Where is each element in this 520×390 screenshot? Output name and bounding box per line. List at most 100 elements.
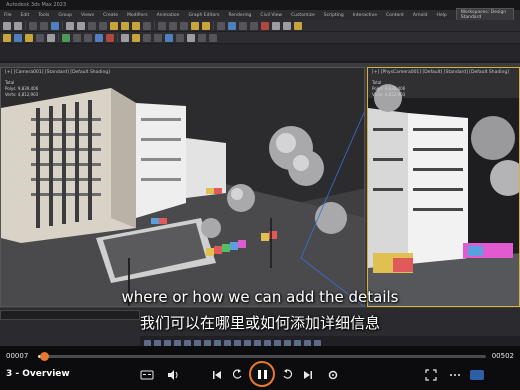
plane-icon[interactable] (36, 33, 44, 42)
railclone-icon[interactable] (143, 33, 151, 42)
window-crossing-icon[interactable] (99, 21, 107, 30)
scene-render (1, 68, 364, 306)
menu-edit[interactable]: Edit (21, 13, 30, 18)
select-by-name-icon[interactable] (77, 21, 85, 30)
space-warp-icon[interactable] (95, 33, 103, 42)
viewport-label[interactable]: [+] [Camera001] [Standard] [Default Shad… (5, 70, 110, 75)
rotate-icon[interactable] (121, 21, 129, 30)
menu-tools[interactable]: Tools (38, 13, 49, 18)
material-editor-icon[interactable] (261, 21, 269, 30)
curve-editor-icon[interactable] (239, 21, 247, 30)
menu-create[interactable]: Create (103, 13, 118, 18)
menu-scripting[interactable]: Scripting (324, 13, 344, 18)
snap-icon[interactable] (158, 21, 166, 30)
subtitle-english: where or how we can add the details (121, 288, 399, 306)
toolbar-separator (58, 33, 59, 42)
app-title-bar: Autodesk 3ds Max 2023 (0, 0, 520, 10)
place-icon[interactable] (143, 21, 151, 30)
play-pause-icon[interactable] (249, 361, 275, 387)
more-options-icon[interactable] (448, 368, 462, 382)
unlink-icon[interactable] (40, 21, 48, 30)
physical-camera-viewport[interactable]: [+] [PhysCamera001] [Default] [Standard]… (367, 67, 520, 307)
render-icon[interactable] (294, 21, 302, 30)
vray-light-icon[interactable] (176, 33, 184, 42)
viewport-area: [+] [Camera001] [Standard] [Default Shad… (0, 63, 520, 308)
sphere-icon[interactable] (14, 33, 22, 42)
mirror-icon[interactable] (191, 21, 199, 30)
box-icon[interactable] (3, 33, 11, 42)
menu-modifiers[interactable]: Modifiers (127, 13, 148, 18)
undo-icon[interactable] (3, 21, 11, 30)
menu-customize[interactable]: Customize (291, 13, 315, 18)
menu-graph-editors[interactable]: Graph Editors (189, 13, 220, 18)
shape-icon[interactable] (47, 33, 55, 42)
viewport-statistics: Total Polys: 9,839,406 Verts: 4,812,903 (5, 80, 39, 97)
vray-decal-icon[interactable] (209, 33, 217, 42)
system-icon[interactable] (106, 33, 114, 42)
main-toolbar (0, 20, 520, 32)
screen: Autodesk 3ds Max 2023 File Edit Tools Gr… (0, 0, 520, 390)
menu-interactive[interactable]: Interactive (353, 13, 377, 18)
menu-group[interactable]: Group (58, 13, 72, 18)
seek-bar[interactable] (38, 352, 486, 361)
cylinder-icon[interactable] (25, 33, 33, 42)
render-setup-icon[interactable] (272, 21, 280, 30)
menu-civil-view[interactable]: Civil View (260, 13, 282, 18)
toolbar-separator (62, 21, 63, 30)
chaos-icon[interactable] (165, 33, 173, 42)
volume-icon[interactable] (166, 368, 180, 382)
menu-arnold[interactable]: Arnold (413, 13, 428, 18)
current-time: 00007 (6, 352, 29, 360)
menu-content[interactable]: Content (386, 13, 404, 18)
camera-viewport[interactable]: [+] [Camera001] [Standard] [Default Shad… (0, 67, 365, 307)
video-player-controls: 00007 00502 3 - Overview (0, 346, 520, 390)
next-icon[interactable] (301, 368, 315, 382)
move-icon[interactable] (110, 21, 118, 30)
proxy-icon[interactable] (154, 33, 162, 42)
toolbar-separator (25, 21, 26, 30)
camera-icon[interactable] (73, 33, 81, 42)
pause-bar (264, 370, 267, 379)
menu-views[interactable]: Views (81, 13, 94, 18)
settings-icon[interactable] (326, 368, 340, 382)
menu-file[interactable]: File (4, 13, 12, 18)
total-time: 00502 (491, 352, 514, 360)
bind-icon[interactable] (51, 21, 59, 30)
menu-bar: File Edit Tools Group Views Create Modif… (0, 8, 520, 22)
menu-help[interactable]: Help (436, 13, 446, 18)
captions-icon[interactable] (140, 368, 154, 382)
scatter-icon[interactable] (121, 33, 129, 42)
menu-animation[interactable]: Animation (157, 13, 180, 18)
thumbnail-icon[interactable] (470, 370, 484, 380)
menu-rendering[interactable]: Rendering (228, 13, 251, 18)
toolbar-separator (117, 33, 118, 42)
forest-icon[interactable] (132, 33, 140, 42)
viewport-label-side[interactable]: [+] [PhysCamera001] [Default] [Standard]… (372, 70, 509, 75)
scale-icon[interactable] (132, 21, 140, 30)
previous-icon[interactable] (210, 368, 224, 382)
scene-explorer-icon[interactable] (228, 21, 236, 30)
select-icon[interactable] (66, 21, 74, 30)
ribbon (0, 44, 520, 62)
scene-render-side (368, 68, 519, 306)
schematic-view-icon[interactable] (250, 21, 258, 30)
rewind-icon[interactable] (230, 368, 244, 382)
app-title: Autodesk 3ds Max 2023 (6, 2, 67, 8)
align-icon[interactable] (202, 21, 210, 30)
light-icon[interactable] (62, 33, 70, 42)
layer-icon[interactable] (217, 21, 225, 30)
render-frame-icon[interactable] (283, 21, 291, 30)
vray-fur-icon[interactable] (198, 33, 206, 42)
toolbar-separator (154, 21, 155, 30)
viewport-statistics-side: Total Polys: 9,839,406 Verts: 4,812,903 (372, 80, 406, 97)
angle-snap-icon[interactable] (169, 21, 177, 30)
vray-camera-icon[interactable] (187, 33, 195, 42)
redo-icon[interactable] (14, 21, 22, 30)
region-select-icon[interactable] (88, 21, 96, 30)
percent-snap-icon[interactable] (180, 21, 188, 30)
link-icon[interactable] (29, 21, 37, 30)
forward-icon[interactable] (281, 368, 295, 382)
helper-icon[interactable] (84, 33, 92, 42)
seek-handle[interactable] (40, 352, 49, 361)
fullscreen-icon[interactable] (424, 368, 438, 382)
